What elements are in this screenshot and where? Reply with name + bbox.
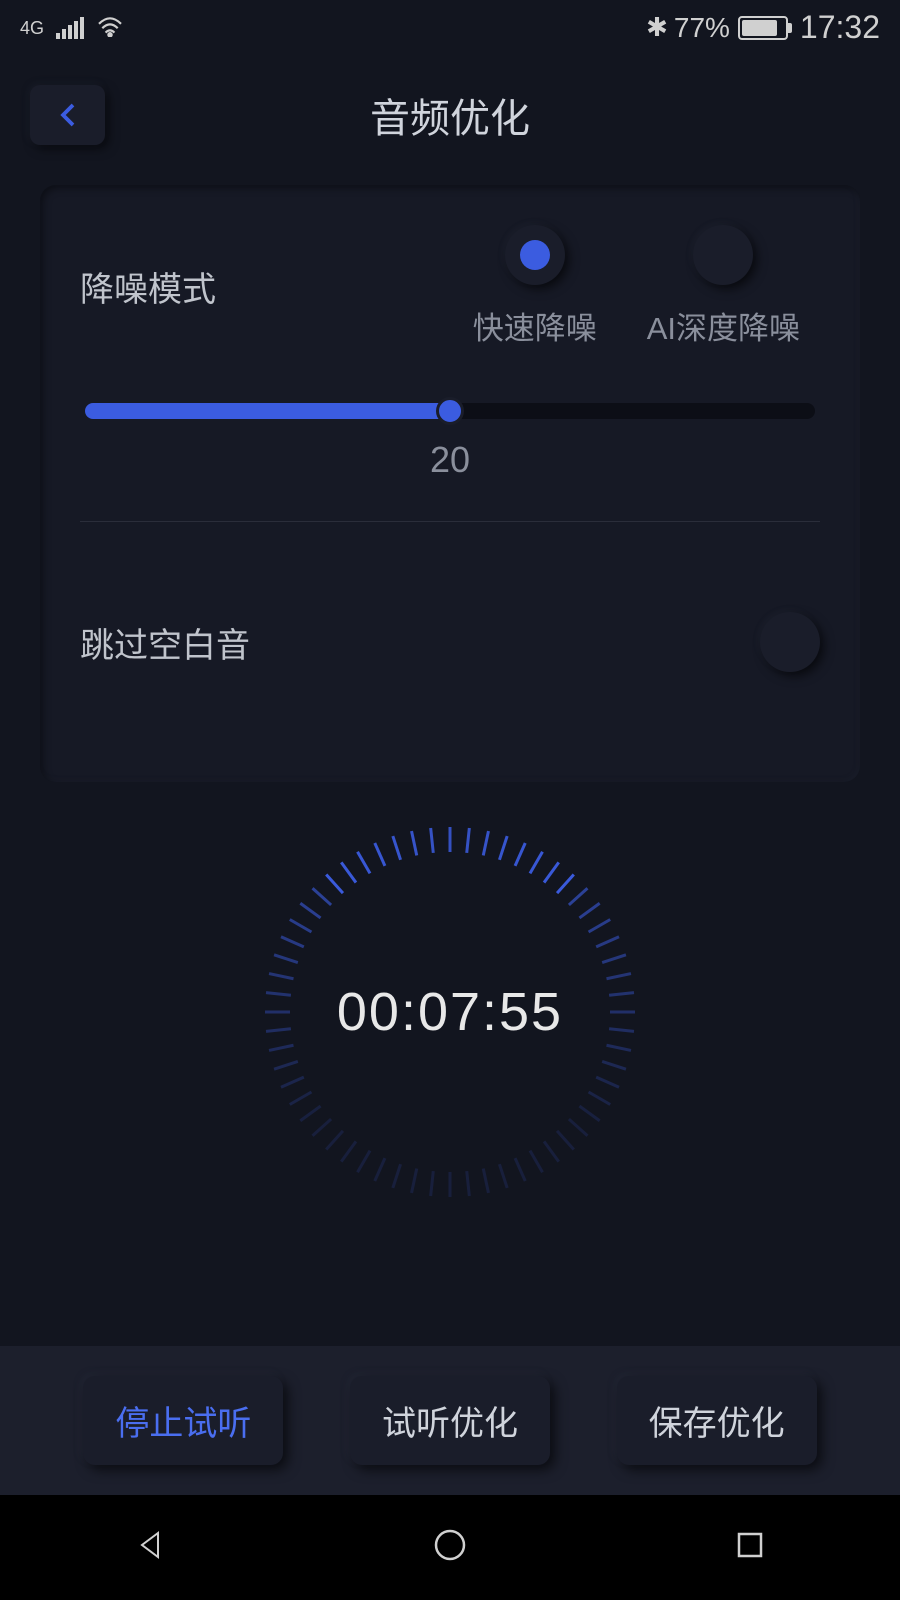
skip-silence-toggle[interactable] [760,612,820,672]
radio-option-fast[interactable]: 快速降噪 [473,225,597,348]
battery-icon [738,16,788,40]
noise-slider[interactable]: 20 [80,403,820,481]
slider-track [85,403,815,419]
page-title: 音频优化 [370,86,530,144]
chevron-left-icon [53,100,83,130]
radio-label-fast: 快速降噪 [473,303,597,348]
slider-value: 20 [85,439,815,481]
timer-dial: 00:07:55 [260,822,640,1202]
status-bar: 4G ✱ 77% 17:32 [0,0,900,55]
timer-value: 00:07:55 [337,981,563,1043]
battery-percent: 77% [674,12,730,44]
status-right: ✱ 77% 17:32 [646,9,880,46]
system-nav-bar [0,1495,900,1600]
nav-recent-button[interactable] [730,1525,770,1570]
header: 音频优化 [0,55,900,165]
radio-option-ai-deep[interactable]: AI深度降噪 [647,225,800,348]
slider-fill [85,403,450,419]
noise-reduction-row: 降噪模式 快速降噪 AI深度降噪 [80,225,820,348]
skip-silence-row: 跳过空白音 [80,562,820,742]
noise-reduction-label: 降噪模式 [80,262,280,311]
radio-circle-unselected [693,225,753,285]
nav-back-button[interactable] [130,1525,170,1570]
preview-optimize-button[interactable]: 试听优化 [350,1376,550,1465]
stop-preview-button[interactable]: 停止试听 [83,1376,283,1465]
settings-panel: 降噪模式 快速降噪 AI深度降噪 20 跳过空白音 [40,185,860,782]
back-button[interactable] [30,85,105,145]
network-type: 4G [20,19,44,37]
clock-time: 17:32 [800,9,880,46]
bluetooth-icon: ✱ [646,12,668,43]
skip-silence-label: 跳过空白音 [80,618,280,667]
noise-reduction-options: 快速降噪 AI深度降噪 [473,225,800,348]
radio-label-ai-deep: AI深度降噪 [647,303,800,348]
signal-icon [56,17,84,39]
slider-thumb[interactable] [436,397,464,425]
save-optimize-button[interactable]: 保存优化 [617,1376,817,1465]
timer-container: 00:07:55 [0,822,900,1202]
radio-circle-selected [505,225,565,285]
status-left: 4G [20,12,124,44]
wifi-icon [96,12,124,44]
divider [80,521,820,522]
bottom-action-bar: 停止试听 试听优化 保存优化 [0,1346,900,1495]
nav-home-button[interactable] [430,1525,470,1570]
